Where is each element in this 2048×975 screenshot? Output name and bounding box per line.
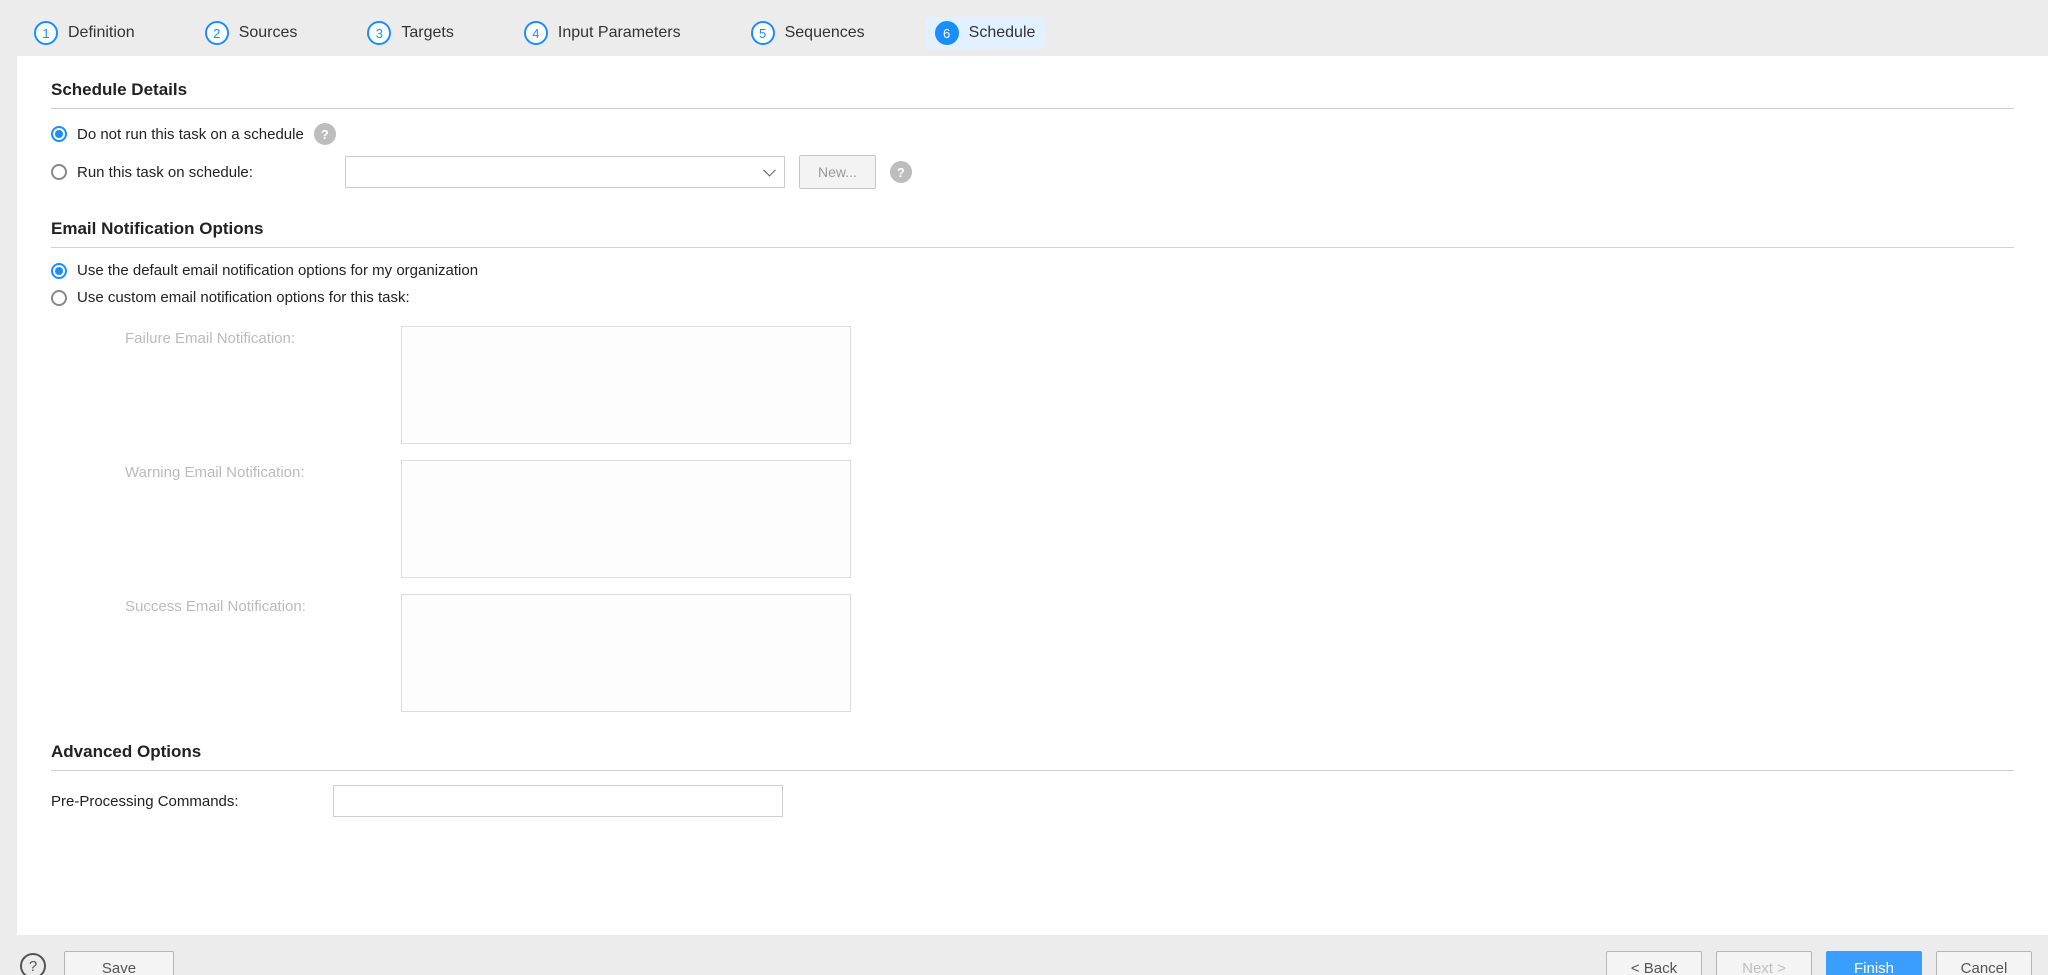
- failure-email-textarea[interactable]: [401, 326, 851, 444]
- radio-label: Do not run this task on a schedule: [77, 126, 304, 143]
- help-icon[interactable]: ?: [314, 123, 336, 145]
- step-number: 1: [34, 21, 58, 45]
- email-radio-default[interactable]: Use the default email notification optio…: [51, 262, 2014, 279]
- back-button[interactable]: < Back: [1606, 951, 1702, 975]
- step-sources[interactable]: 2 Sources: [195, 17, 308, 49]
- wizard-footer: ? Save < Back Next > Finish Cancel: [0, 935, 2048, 975]
- preprocessing-input[interactable]: [333, 785, 783, 817]
- radio-icon[interactable]: [51, 290, 67, 306]
- step-sequences[interactable]: 5 Sequences: [741, 17, 875, 49]
- finish-button[interactable]: Finish: [1826, 951, 1922, 975]
- step-label: Sequences: [785, 24, 865, 42]
- schedule-radio-no[interactable]: Do not run this task on a schedule ?: [51, 123, 2014, 145]
- step-label: Input Parameters: [558, 24, 681, 42]
- step-number: 2: [205, 21, 229, 45]
- step-targets[interactable]: 3 Targets: [357, 17, 463, 49]
- radio-label: Run this task on schedule:: [77, 164, 253, 181]
- divider: [51, 247, 2014, 248]
- failure-email-label: Failure Email Notification:: [51, 326, 371, 347]
- schedule-select[interactable]: [345, 156, 785, 188]
- schedule-radio-yes[interactable]: Run this task on schedule:: [51, 164, 331, 181]
- help-icon[interactable]: ?: [890, 161, 912, 183]
- success-email-row: Success Email Notification:: [51, 594, 2014, 712]
- schedule-radio-yes-row: Run this task on schedule: New... ?: [51, 155, 2014, 189]
- success-email-label: Success Email Notification:: [51, 594, 371, 615]
- step-label: Targets: [401, 24, 453, 42]
- radio-label: Use the default email notification optio…: [77, 262, 478, 279]
- divider: [51, 108, 2014, 109]
- footer-help-icon[interactable]: ?: [20, 953, 46, 975]
- step-number: 6: [935, 21, 959, 45]
- schedule-details-title: Schedule Details: [51, 80, 2014, 100]
- preprocessing-row: Pre-Processing Commands:: [51, 785, 2014, 817]
- step-input-parameters[interactable]: 4 Input Parameters: [514, 17, 691, 49]
- email-notification-title: Email Notification Options: [51, 219, 2014, 239]
- new-schedule-button[interactable]: New...: [799, 155, 876, 189]
- wizard-stepper: 1 Definition 2 Sources 3 Targets 4 Input…: [0, 0, 2048, 56]
- footer-right: < Back Next > Finish Cancel: [1606, 941, 2032, 975]
- success-email-textarea[interactable]: [401, 594, 851, 712]
- step-schedule[interactable]: 6 Schedule: [925, 17, 1046, 49]
- main-panel[interactable]: Schedule Details Do not run this task on…: [17, 56, 2048, 935]
- advanced-options-title: Advanced Options: [51, 742, 2014, 762]
- radio-label: Use custom email notification options fo…: [77, 289, 410, 306]
- warning-email-label: Warning Email Notification:: [51, 460, 371, 481]
- step-label: Sources: [239, 24, 298, 42]
- radio-icon[interactable]: [51, 126, 67, 142]
- warning-email-textarea[interactable]: [401, 460, 851, 578]
- panel-wrap: Schedule Details Do not run this task on…: [17, 56, 2048, 935]
- step-definition[interactable]: 1 Definition: [24, 17, 145, 49]
- cancel-button[interactable]: Cancel: [1936, 951, 2032, 975]
- step-number: 5: [751, 21, 775, 45]
- failure-email-row: Failure Email Notification:: [51, 326, 2014, 444]
- save-button[interactable]: Save: [64, 951, 174, 975]
- preprocessing-label: Pre-Processing Commands:: [51, 793, 303, 810]
- app-root: 1 Definition 2 Sources 3 Targets 4 Input…: [0, 0, 2048, 975]
- step-number: 3: [367, 21, 391, 45]
- step-label: Definition: [68, 24, 135, 42]
- warning-email-row: Warning Email Notification:: [51, 460, 2014, 578]
- radio-icon[interactable]: [51, 164, 67, 180]
- step-label: Schedule: [969, 24, 1036, 42]
- radio-icon[interactable]: [51, 263, 67, 279]
- divider: [51, 770, 2014, 771]
- footer-left: ? Save: [20, 941, 174, 975]
- email-radio-custom[interactable]: Use custom email notification options fo…: [51, 289, 2014, 306]
- step-number: 4: [524, 21, 548, 45]
- next-button[interactable]: Next >: [1716, 951, 1812, 975]
